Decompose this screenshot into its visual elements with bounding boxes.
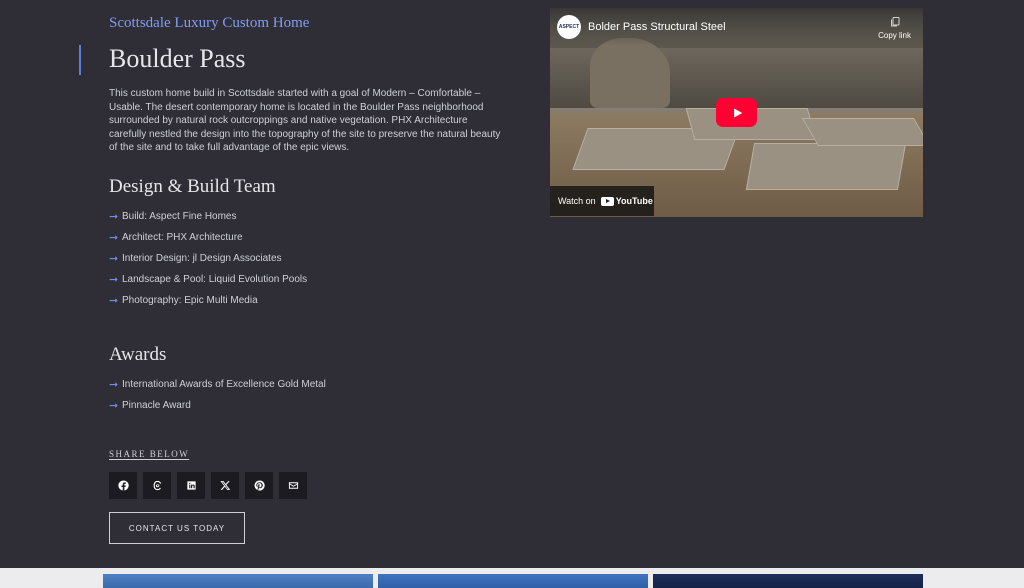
- share-buttons: [109, 472, 307, 499]
- list-item-label: Photography: Epic Multi Media: [122, 295, 258, 306]
- youtube-label: YouTube: [615, 196, 653, 206]
- list-item: ➞ Architect: PHX Architecture: [109, 227, 307, 248]
- video-scene-slab: [801, 118, 923, 146]
- list-item: ➞ Build: Aspect Fine Homes: [109, 206, 307, 227]
- list-item: ➞ Landscape & Pool: Liquid Evolution Pool…: [109, 269, 307, 290]
- video-title[interactable]: Bolder Pass Structural Steel: [588, 21, 726, 33]
- list-item-label: Landscape & Pool: Liquid Evolution Pools: [122, 274, 308, 285]
- copy-icon: [890, 17, 899, 27]
- watch-on-label: Watch on: [558, 196, 596, 206]
- copy-link-button[interactable]: Copy link: [878, 16, 911, 40]
- share-label: SHARE BELOW: [109, 449, 190, 459]
- page: Scottsdale Luxury Custom Home Boulder Pa…: [0, 0, 1024, 588]
- share-linkedin-button[interactable]: [177, 472, 205, 499]
- video-scene-slab: [745, 143, 907, 190]
- page-title: Boulder Pass: [109, 44, 246, 73]
- channel-logo-text: ASPECT: [558, 24, 580, 30]
- watch-on-youtube-button[interactable]: Watch on YouTube: [550, 186, 654, 216]
- arrow-right-icon: ➞: [109, 274, 119, 286]
- share-pinterest-button[interactable]: [245, 472, 273, 499]
- x-icon: [219, 481, 230, 490]
- arrow-right-icon: ➞: [109, 379, 119, 391]
- video-scene-boulders: [590, 38, 670, 108]
- list-item-label: Interior Design: jl Design Associates: [122, 253, 282, 264]
- team-heading: Design & Build Team: [109, 176, 276, 197]
- youtube-icon: [600, 196, 614, 206]
- arrow-right-icon: ➞: [109, 295, 119, 307]
- list-item-label: Architect: PHX Architecture: [122, 232, 243, 243]
- pinterest-icon: [254, 480, 265, 491]
- copy-link-label: Copy link: [878, 31, 911, 40]
- share-threads-button[interactable]: [143, 472, 171, 499]
- share-facebook-button[interactable]: [109, 472, 137, 499]
- arrow-right-icon: ➞: [109, 211, 119, 223]
- email-icon: [288, 482, 298, 489]
- channel-logo[interactable]: ASPECT: [557, 15, 581, 39]
- video-embed[interactable]: ASPECT Bolder Pass Structural Steel Copy…: [550, 8, 923, 217]
- share-x-button[interactable]: [211, 472, 239, 499]
- list-item-label: Pinnacle Award: [122, 400, 191, 411]
- arrow-right-icon: ➞: [109, 400, 119, 412]
- list-item-label: International Awards of Excellence Gold …: [122, 379, 326, 390]
- play-icon: [733, 107, 742, 118]
- arrow-right-icon: ➞: [109, 232, 119, 244]
- list-item: ➞ Pinnacle Award: [109, 395, 326, 416]
- facebook-icon: [117, 480, 129, 491]
- threads-icon: [153, 480, 161, 491]
- page-eyebrow: Scottsdale Luxury Custom Home: [109, 15, 310, 31]
- play-button[interactable]: [716, 98, 757, 127]
- intro-paragraph: This custom home build in Scottsdale sta…: [109, 88, 501, 153]
- linkedin-icon: [186, 481, 196, 490]
- contact-us-button[interactable]: CONTACT US TODAY: [109, 512, 245, 544]
- arrow-right-icon: ➞: [109, 253, 119, 265]
- list-item: ➞ Interior Design: jl Design Associates: [109, 248, 307, 269]
- list-item: ➞ International Awards of Excellence Gold…: [109, 374, 326, 395]
- list-item-label: Build: Aspect Fine Homes: [122, 211, 237, 222]
- title-accent-bar: [79, 45, 81, 75]
- team-list: ➞ Build: Aspect Fine Homes ➞ Architect: PH…: [109, 206, 307, 311]
- gallery-image[interactable]: [103, 574, 373, 588]
- awards-list: ➞ International Awards of Excellence Gold…: [109, 374, 326, 416]
- gallery-image[interactable]: [653, 574, 923, 588]
- gallery-image[interactable]: [378, 574, 648, 588]
- list-item: ➞ Photography: Epic Multi Media: [109, 290, 307, 311]
- youtube-logo: YouTube: [600, 196, 653, 206]
- awards-heading: Awards: [109, 344, 167, 365]
- share-email-button[interactable]: [279, 472, 307, 499]
